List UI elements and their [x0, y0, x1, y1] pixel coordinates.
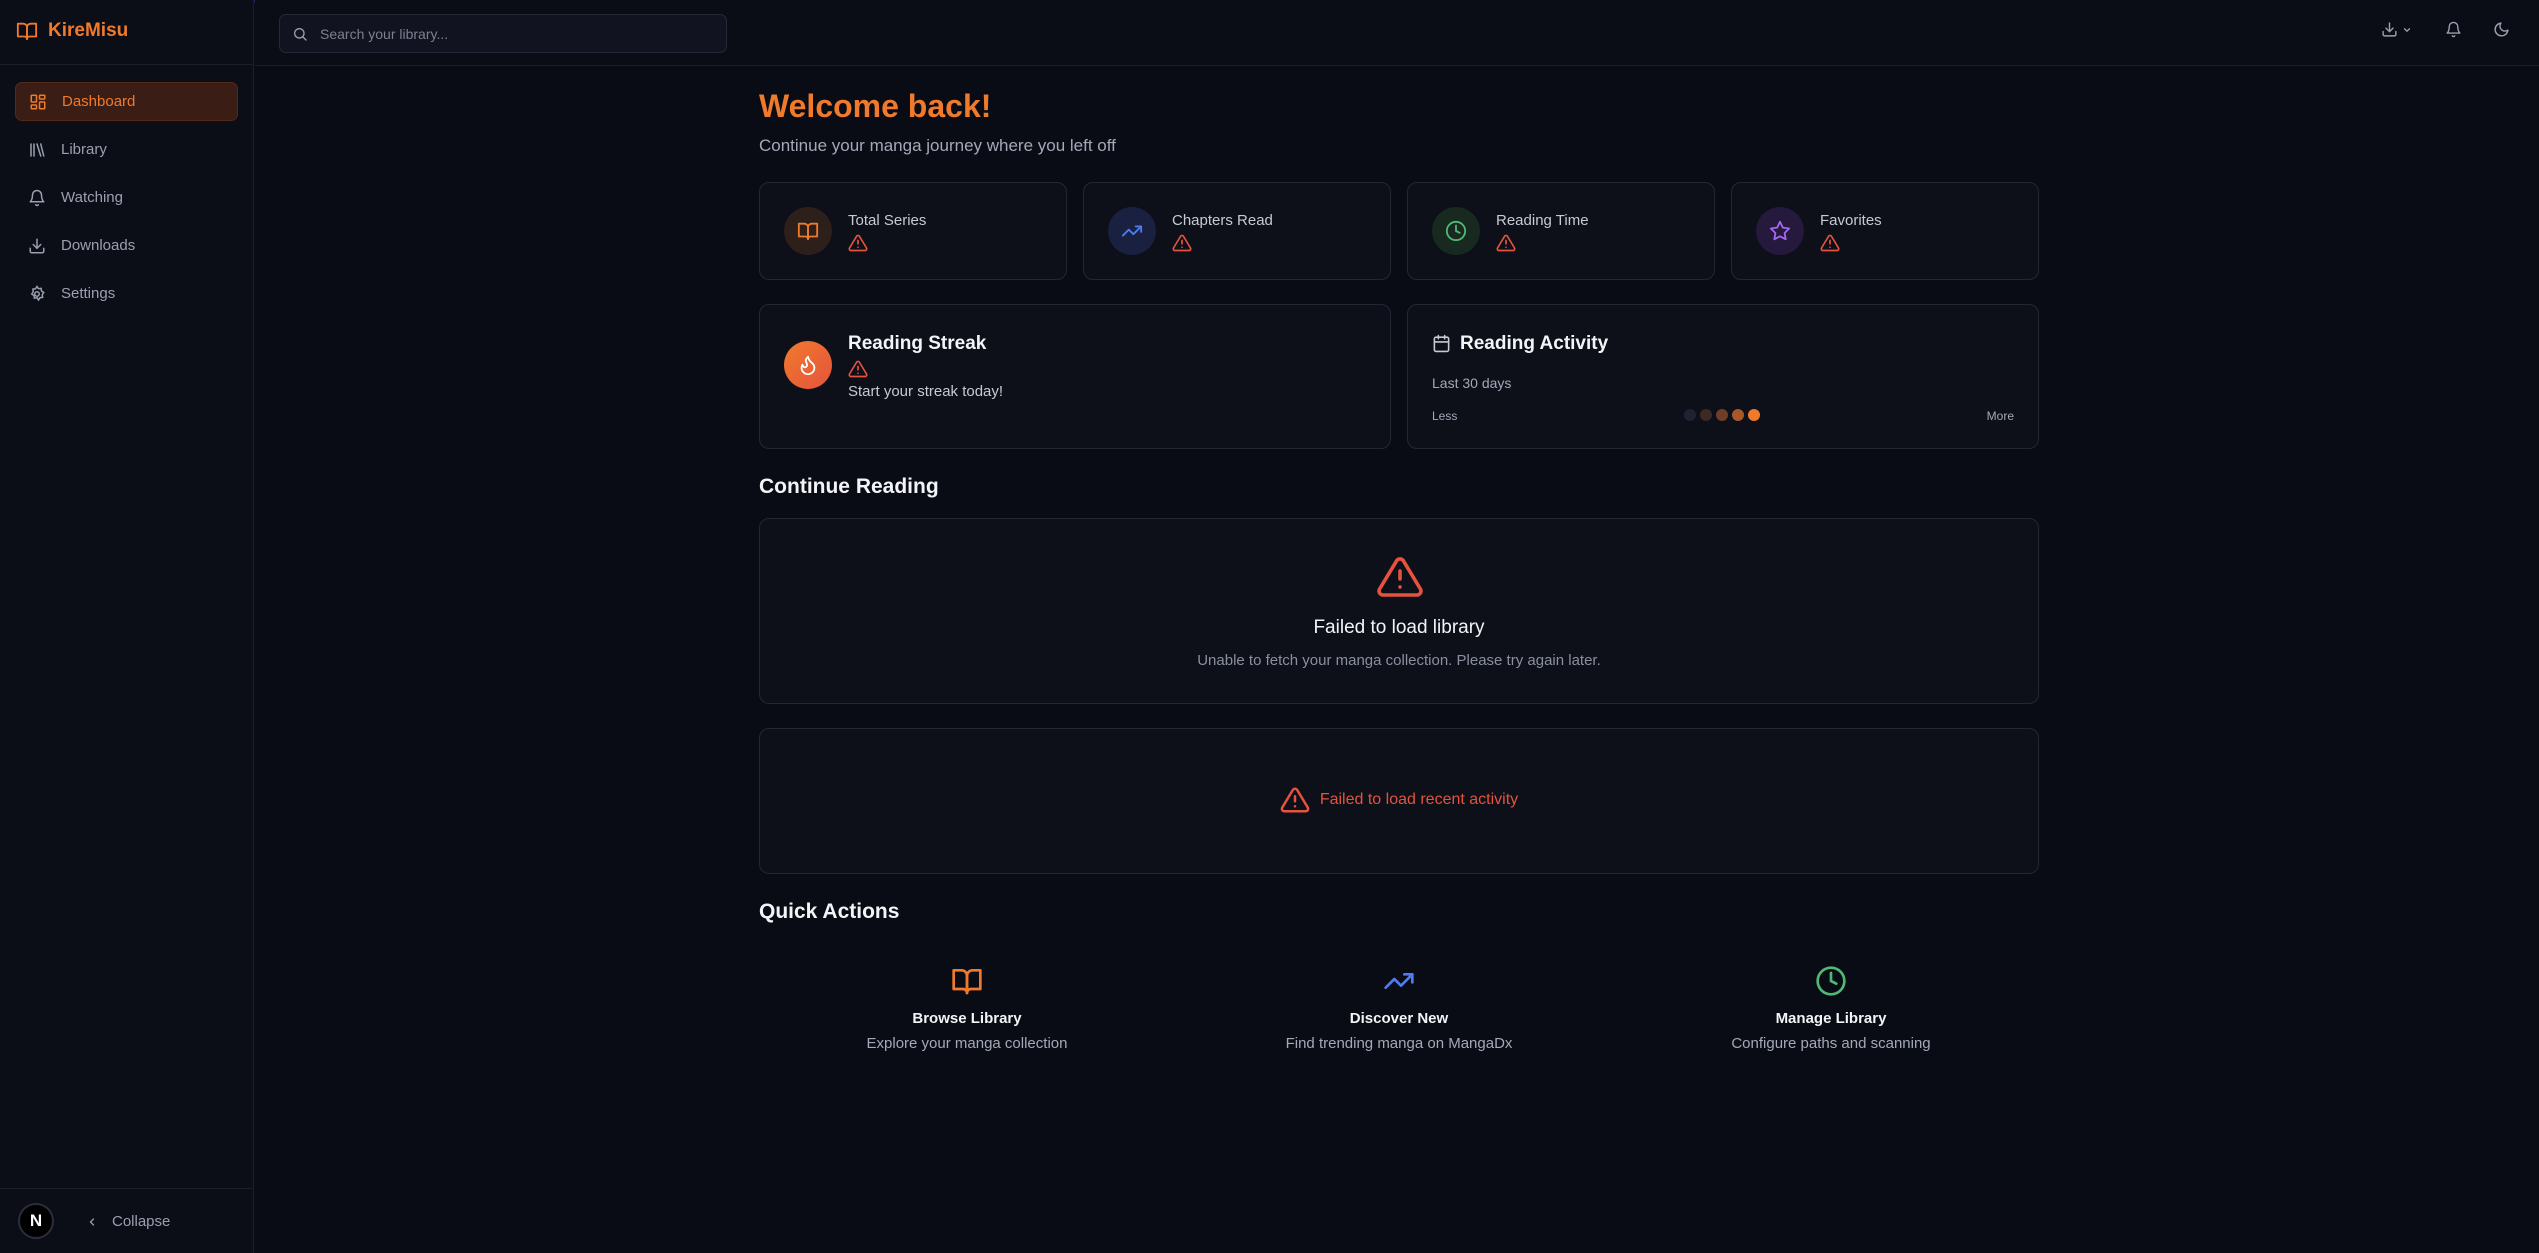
page-title: Welcome back! — [759, 88, 992, 124]
activity-legend-scale — [1684, 409, 1760, 421]
notifications-button[interactable] — [2445, 21, 2462, 38]
quick-action-description: Find trending manga on MangaDx — [1285, 1035, 1513, 1052]
legend-swatch — [1732, 409, 1744, 421]
legend-less-label: Less — [1432, 409, 1458, 423]
stat-label: Favorites — [1820, 212, 1882, 229]
trending-up-icon — [1108, 207, 1156, 255]
library-icon — [28, 141, 46, 159]
gear-icon — [28, 284, 46, 303]
search-bar[interactable] — [279, 14, 727, 53]
stat-label: Chapters Read — [1172, 212, 1273, 229]
continue-reading-error-card: Failed to load library Unable to fetch y… — [759, 518, 2039, 704]
error-message: Failed to load recent activity — [1319, 791, 1519, 808]
legend-swatch — [1748, 409, 1760, 421]
legend-swatch — [1700, 409, 1712, 421]
sidebar-item-watching[interactable]: Watching — [15, 178, 238, 217]
flame-icon — [784, 341, 832, 389]
sidebar-item-downloads[interactable]: Downloads — [15, 226, 238, 265]
sidebar-item-label: Library — [61, 141, 107, 158]
stat-card-favorites: Favorites — [1731, 182, 2039, 280]
error-title: Failed to load library — [1313, 617, 1485, 638]
reading-activity-card: Reading Activity Last 30 days Less More — [1407, 304, 2039, 449]
brand-name: KireMisu — [48, 20, 129, 41]
warning-icon — [1820, 233, 1840, 258]
warning-icon — [848, 359, 868, 384]
top-header — [255, 0, 2539, 66]
streak-title: Reading Streak — [848, 333, 987, 354]
sidebar: KireMisu Dashboard Library Watching Down… — [0, 0, 254, 1253]
download-icon — [28, 237, 46, 255]
sidebar-nav: Dashboard Library Watching Downloads Set… — [15, 82, 238, 322]
chevron-left-icon — [86, 1216, 98, 1228]
bell-icon — [2445, 21, 2462, 38]
warning-icon — [1496, 233, 1516, 258]
collapse-label: Collapse — [112, 1213, 171, 1230]
book-open-icon — [767, 965, 1167, 1002]
error-message: Unable to fetch your manga collection. P… — [1197, 652, 1601, 669]
avatar[interactable]: N — [18, 1203, 54, 1239]
search-icon — [292, 26, 308, 42]
quick-action-description: Configure paths and scanning — [1731, 1035, 1931, 1052]
divider — [0, 64, 254, 65]
clock-icon — [1631, 965, 2031, 1002]
activity-title: Reading Activity — [1460, 333, 1609, 354]
divider — [0, 1188, 254, 1189]
sidebar-item-label: Settings — [61, 285, 116, 302]
recent-activity-error: Failed to load recent activity — [760, 785, 2038, 815]
quick-actions-title: Quick Actions — [759, 900, 900, 923]
quick-action-title: Discover New — [1349, 1010, 1449, 1027]
stat-card-reading-time: Reading Time — [1407, 182, 1715, 280]
page-subtitle: Continue your manga journey where you le… — [759, 136, 1116, 155]
clock-icon — [1432, 207, 1480, 255]
recent-activity-error-card: Failed to load recent activity — [759, 728, 2039, 874]
quick-action-browse-library[interactable]: Browse Library Explore your manga collec… — [767, 965, 1167, 1052]
stat-label: Total Series — [848, 212, 927, 229]
collapse-button[interactable]: Collapse — [86, 1213, 170, 1230]
star-icon — [1756, 207, 1804, 255]
moon-icon — [2493, 21, 2510, 38]
legend-swatch — [1684, 409, 1696, 421]
legend-swatch — [1716, 409, 1728, 421]
sidebar-item-label: Watching — [61, 189, 123, 206]
book-open-icon — [784, 207, 832, 255]
search-input[interactable] — [320, 25, 720, 42]
quick-action-title: Browse Library — [912, 1010, 1022, 1027]
warning-icon — [848, 233, 868, 258]
warning-icon — [1280, 785, 1310, 815]
brand[interactable]: KireMisu — [16, 20, 128, 42]
chevron-down-icon — [2402, 25, 2412, 35]
legend-more-label: More — [1986, 409, 2014, 423]
reading-streak-card: Reading Streak Start your streak today! — [759, 304, 1391, 449]
sidebar-item-label: Downloads — [61, 237, 136, 254]
download-icon — [2381, 21, 2398, 38]
stat-card-total-series: Total Series — [759, 182, 1067, 280]
sidebar-item-dashboard[interactable]: Dashboard — [15, 82, 238, 121]
quick-action-description: Explore your manga collection — [866, 1035, 1068, 1052]
warning-icon — [1172, 233, 1192, 258]
quick-action-discover-new[interactable]: Discover New Find trending manga on Mang… — [1199, 965, 1599, 1052]
trending-up-icon — [1199, 965, 1599, 1002]
activity-range: Last 30 days — [1432, 375, 1512, 391]
theme-toggle-button[interactable] — [2493, 21, 2510, 38]
continue-reading-title: Continue Reading — [759, 475, 939, 498]
warning-icon — [1376, 553, 1424, 606]
quick-action-title: Manage Library — [1775, 1010, 1887, 1027]
bell-icon — [28, 189, 46, 207]
stat-label: Reading Time — [1496, 212, 1589, 229]
dashboard-icon — [29, 93, 47, 111]
streak-message: Start your streak today! — [848, 383, 1004, 400]
download-menu-button[interactable] — [2381, 21, 2412, 38]
sidebar-item-label: Dashboard — [62, 93, 136, 110]
quick-action-manage-library[interactable]: Manage Library Configure paths and scann… — [1631, 965, 2031, 1052]
calendar-icon — [1432, 334, 1451, 358]
sidebar-item-library[interactable]: Library — [15, 130, 238, 169]
stat-card-chapters-read: Chapters Read — [1083, 182, 1391, 280]
sidebar-item-settings[interactable]: Settings — [15, 274, 238, 313]
book-open-icon — [16, 20, 38, 42]
